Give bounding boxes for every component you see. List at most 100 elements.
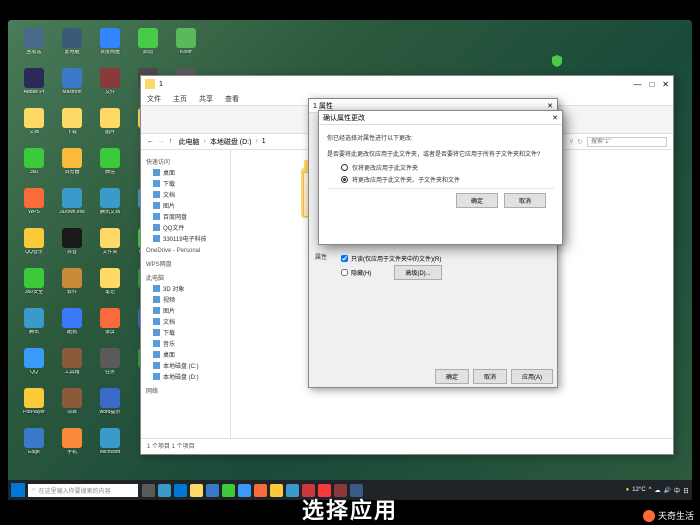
sidebar-item[interactable]: 本地磁盘 (D:) [143,371,228,382]
video-caption: 选择应用 [0,493,700,525]
sidebar-item[interactable]: 3D 对象 [143,283,228,294]
minimize-button[interactable]: — [633,80,641,89]
confirm-line2: 是否要将此更改仅应用于此文件夹，或者是否要将它应用于所有子文件夹和文件? [327,152,554,160]
hidden-label: 隐藏(H) [351,268,371,277]
explorer-statusbar: 1 个项目 1 个项目 [141,438,673,452]
desktop-icon[interactable]: QQ音乐 [16,228,52,266]
sidebar-item[interactable]: 桌面 [143,349,228,360]
desktop-icon[interactable]: 工具箱 [54,348,90,386]
desktop-icon[interactable]: 图片 [92,108,128,146]
desktop: 回收站此电脑百度网盘启动KoofrAdobe PrMaxthon文件网络设置文档… [8,20,692,500]
desktop-icon[interactable]: Maxthon [54,68,90,106]
desktop-icon[interactable]: 手机 [54,428,90,466]
sidebar-item[interactable]: 本地磁盘 (C:) [143,360,228,371]
desktop-icon[interactable]: 百度网盘 [92,28,128,66]
explorer-title-text: 1 [159,81,163,88]
desktop-icon[interactable]: 浏览器 [54,148,90,186]
breadcrumb-part[interactable]: 本地磁盘 (D:) [210,137,252,147]
up-icon[interactable]: ↑ [169,138,173,145]
security-shield-icon [552,55,562,67]
radio-icon [341,164,348,171]
radio-icon [341,176,348,183]
desktop-icon[interactable]: 抖音 [54,228,90,266]
desktop-icon[interactable]: 启动 [130,28,166,66]
menu-item[interactable]: 查看 [225,94,239,104]
desktop-icon[interactable]: Koofr [168,28,204,66]
desktop-icon[interactable]: PotPlayer [16,388,52,426]
desktop-icon[interactable]: Microsoft [92,428,128,466]
sidebar-item[interactable]: 此电脑 [143,272,228,283]
sidebar-item[interactable]: 图片 [143,305,228,316]
maximize-button[interactable]: □ [649,80,654,89]
desktop-icon[interactable]: 文件 [92,68,128,106]
sidebar-item[interactable]: 快速访问 [143,156,228,167]
apply-button[interactable]: 应用(A) [511,369,553,384]
sidebar-item[interactable]: 网络 [143,385,228,396]
desktop-icon[interactable]: 软件 [54,268,90,306]
desktop-icon[interactable]: Adobe Pr [16,68,52,106]
desktop-icon[interactable]: 360 [16,148,52,186]
breadcrumb-part[interactable]: 此电脑 [179,137,200,147]
desktop-icon[interactable]: Edge [16,428,52,466]
confirm-dialog[interactable]: 确认属性更改 ✕ 你已经选择对属性进行以下更改: 是否要将此更改仅应用于此文件夹… [318,110,563,245]
radio-all-subfolders[interactable]: 将更改应用于此文件夹、子文件夹和文件 [341,175,554,184]
desktop-icon[interactable]: 腾讯 [16,308,52,346]
desktop-icon[interactable]: 下载 [54,108,90,146]
search-input[interactable] [587,137,667,147]
ok-button[interactable]: 确定 [435,369,469,384]
sidebar-item[interactable]: 视频 [143,294,228,305]
cancel-button[interactable]: 取消 [473,369,507,384]
back-icon[interactable]: ← [147,138,154,145]
desktop-icon[interactable]: 回收站 [16,28,52,66]
cancel-button[interactable]: 取消 [504,193,546,208]
sidebar-item[interactable]: 下载 [143,178,228,189]
desktop-icon[interactable]: 笔记 [92,268,128,306]
sidebar-item[interactable]: 百度网盘 [143,211,228,222]
hidden-checkbox[interactable] [341,269,348,276]
breadcrumb-part[interactable]: 1 [262,138,266,145]
attributes-label: 属性 [315,252,335,282]
desktop-icon[interactable]: 腾讯文档 [92,188,128,226]
sidebar-item[interactable]: WPS网盘 [143,258,228,269]
sidebar-item[interactable]: 文档 [143,316,228,327]
sidebar-item[interactable]: 音乐 [143,338,228,349]
close-button[interactable]: ✕ [547,102,553,110]
readonly-checkbox[interactable] [341,255,348,262]
radio-this-folder[interactable]: 仅将更改应用于此文件夹 [341,163,554,172]
sidebar-item[interactable]: OneDrive - Personal [143,247,228,255]
confirm-titlebar[interactable]: 确认属性更改 ✕ [319,111,562,125]
desktop-icon[interactable]: 任务 [92,348,128,386]
desktop-icon[interactable]: JiDown.exe [54,188,90,226]
confirm-line1: 你已经选择对属性进行以下更改: [327,136,554,144]
desktop-icon[interactable]: 文件夹 [92,228,128,266]
desktop-icon[interactable]: 此电脑 [54,28,90,66]
desktop-icon[interactable]: 项目 [54,388,90,426]
desktop-icon[interactable]: 360安全 [16,268,52,306]
forward-icon[interactable]: → [158,138,165,145]
ok-button[interactable]: 确定 [456,193,498,208]
close-button[interactable]: ✕ [552,114,558,122]
desktop-icon[interactable]: word提示 [92,388,128,426]
desktop-icon[interactable]: WPS [16,188,52,226]
advanced-button[interactable]: 高级(D)... [394,265,441,280]
close-button[interactable]: ✕ [662,80,669,89]
sidebar-item[interactable]: 文档 [143,189,228,200]
radio-label-1: 仅将更改应用于此文件夹 [352,163,418,172]
menu-item[interactable]: 主页 [173,94,187,104]
desktop-icon[interactable]: 微信 [92,148,128,186]
menu-item[interactable]: 共享 [199,94,213,104]
desktop-icon[interactable]: 录屏 [92,308,128,346]
explorer-titlebar[interactable]: 1 — □ ✕ [141,76,673,92]
desktop-icon[interactable]: 文档 [16,108,52,146]
sidebar-item[interactable]: 330119电子科技 [143,233,228,244]
explorer-sidebar: 快速访问桌面下载文档图片百度网盘QQ文件330119电子科技OneDrive -… [141,150,231,438]
sidebar-item[interactable]: 下载 [143,327,228,338]
desktop-icon[interactable]: 酷狗 [54,308,90,346]
properties-title-text: 1 属性 [313,101,333,111]
sidebar-item[interactable]: QQ文件 [143,222,228,233]
menu-item[interactable]: 文件 [147,94,161,104]
readonly-label: 只读(仅应用于文件夹中的文件)(R) [351,254,441,263]
sidebar-item[interactable]: 图片 [143,200,228,211]
sidebar-item[interactable]: 桌面 [143,167,228,178]
desktop-icon[interactable]: QQ [16,348,52,386]
